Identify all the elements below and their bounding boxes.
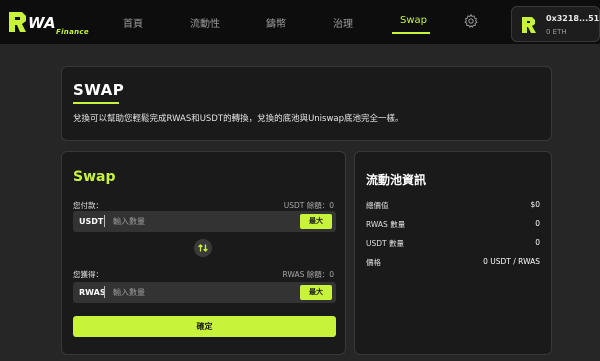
- wallet-button[interactable]: 0x3218...51bb 0 ETH: [511, 6, 600, 42]
- gear-icon[interactable]: [463, 13, 479, 29]
- nav-item-mint[interactable]: 鑄幣: [266, 15, 286, 30]
- page-title: SWAP: [73, 81, 125, 99]
- brand-subtitle: Finance: [56, 28, 89, 36]
- pool-total-value: $0: [530, 200, 540, 209]
- wallet-balance: 0 ETH: [546, 28, 567, 36]
- receive-amount-input[interactable]: [113, 285, 283, 300]
- receive-max-button[interactable]: 最大: [300, 285, 332, 300]
- receive-token-label: RWAS: [79, 288, 106, 297]
- receive-input-box: RWAS 最大: [73, 282, 336, 303]
- pool-price: 0 USDT / RWAS: [483, 257, 540, 266]
- rwa-logo-icon: [522, 17, 536, 33]
- pay-balance: USDT 餘額：0: [283, 201, 334, 210]
- svg-text:WA: WA: [28, 14, 56, 32]
- pay-label: 您付款：: [73, 201, 103, 210]
- nav-item-swap[interactable]: Swap: [400, 15, 427, 26]
- nav-active-indicator: [392, 32, 430, 34]
- title-underline: [73, 102, 119, 104]
- top-nav-bar: WA Finance 首頁 流動性 鑄幣 治理 Swap 0x3218...51…: [0, 0, 600, 44]
- swap-arrows-icon: [198, 244, 208, 252]
- divider: [104, 286, 105, 298]
- pay-amount-input[interactable]: [113, 214, 283, 229]
- nav-item-governance[interactable]: 治理: [333, 15, 353, 30]
- receive-balance: RWAS 餘額：0: [282, 270, 334, 279]
- pay-max-button[interactable]: 最大: [300, 214, 332, 229]
- divider: [104, 215, 105, 227]
- nav-item-liquidity[interactable]: 流動性: [190, 15, 220, 30]
- pool-usdt-amount-label: USDT 數量: [366, 239, 404, 248]
- pool-title: 流動池資訊: [366, 173, 427, 187]
- swap-title: Swap: [73, 169, 116, 185]
- pool-price-label: 價格: [366, 258, 381, 267]
- pay-input-box: USDT 最大: [73, 211, 336, 232]
- pool-rwas-amount-label: RWAS 數量: [366, 220, 406, 229]
- pay-token-label: USDT: [79, 217, 104, 226]
- pool-usdt-amount: 0: [535, 238, 540, 247]
- wallet-address: 0x3218...51bb: [546, 14, 600, 23]
- pool-info-panel: 流動池資訊 總價值 $0 RWAS 數量 0 USDT 數量 0 價格 0 US…: [354, 151, 552, 355]
- brand-logo[interactable]: WA Finance: [6, 8, 89, 36]
- swap-intro-panel: SWAP 兌換可以幫助您輕鬆完成RWAS和USDT的轉換，兌換的底池與Unisw…: [61, 66, 552, 141]
- pool-total-value-label: 總價值: [366, 201, 389, 210]
- page-description: 兌換可以幫助您輕鬆完成RWAS和USDT的轉換，兌換的底池與Uniswap底池完…: [73, 114, 404, 124]
- nav-item-home[interactable]: 首頁: [123, 15, 143, 30]
- confirm-button[interactable]: 確定: [73, 316, 336, 337]
- switch-direction-button[interactable]: [194, 239, 212, 257]
- pool-rwas-amount: 0: [535, 219, 540, 228]
- receive-label: 您獲得：: [73, 270, 103, 279]
